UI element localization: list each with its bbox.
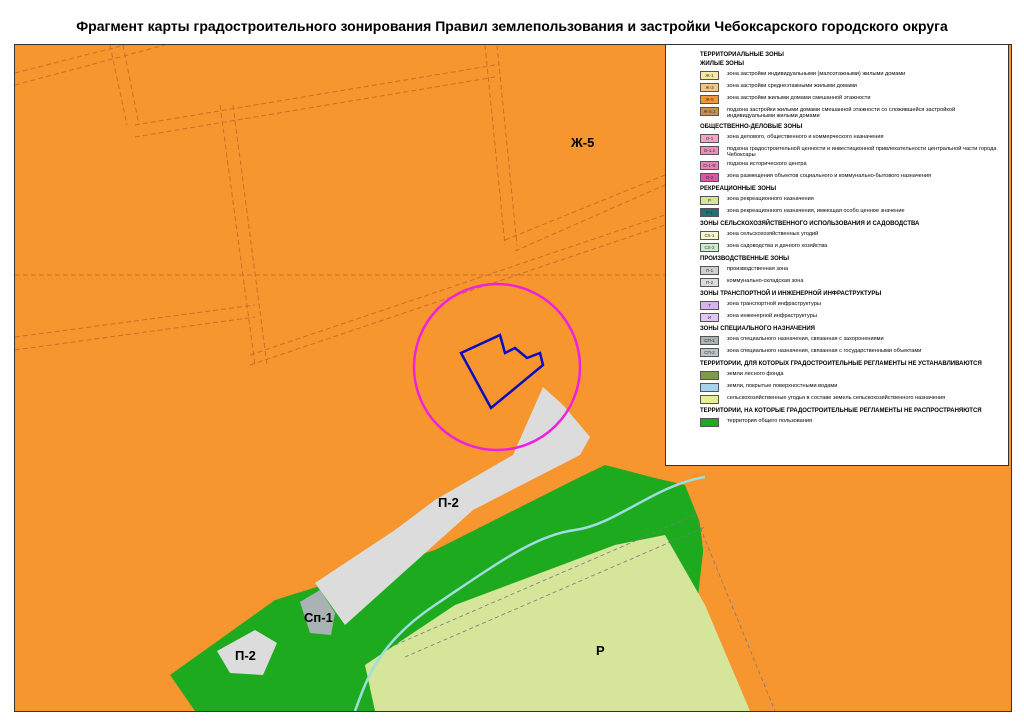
legend-item-label: зона садоводства и дачного хозяйства: [727, 243, 828, 250]
legend-section-title: ТЕРРИТОРИИ, НА КОТОРЫЕ ГРАДОСТРОИТЕЛЬНЫЕ…: [700, 407, 982, 414]
legend-swatch: П-1: [700, 266, 719, 276]
legend-swatch: Ж-5: [700, 94, 719, 104]
legend-item-label: зона застройки жилыми домами смешанной э…: [727, 94, 871, 101]
legend-item-label: подзона градостроительной ценности и инв…: [727, 145, 997, 158]
legend-item: СХ-2 зона садоводства и дачного хозяйства: [700, 243, 1002, 253]
legend-item-label: зона делового, общественного и коммерчес…: [727, 133, 884, 140]
legend-swatch: Р-1: [700, 208, 719, 218]
legend-item: сельскохозяйственные угодья в составе зе…: [700, 394, 1002, 404]
legend-item: О-1-Ф подзона исторического центра: [700, 161, 1002, 171]
legend-item-label: зона инженерной инфраструктуры: [727, 312, 817, 319]
legend-item: Ж-1 зона застройки индивидуальными (малоэ…: [700, 70, 1002, 80]
legend-item: СП-1 зона специального назначения, связан…: [700, 335, 1002, 345]
legend-swatch: [700, 394, 719, 404]
legend-item-label: территория общего пользования: [727, 417, 813, 424]
legend-swatch: О-2: [700, 173, 719, 183]
legend-item: О-2 зона размещения объектов социального …: [700, 173, 1002, 183]
legend-swatch: И: [700, 312, 719, 322]
legend-item: Ж-5.1 подзона застройки жилыми домами сме…: [700, 106, 1002, 120]
label-recreation: Р: [596, 643, 605, 658]
legend-swatch: [700, 382, 719, 392]
legend-item-label: земли, покрытые поверхностными водами: [727, 382, 838, 389]
legend-item: Р-1 зона рекреационного назначения, имеющ…: [700, 208, 1002, 218]
map-legend: ТЕРРИТОРИАЛЬНЫЕ ЗОНЫ ЖИЛЫЕ ЗОНЫ Ж-1 зона за…: [665, 44, 1009, 466]
legend-item-label: зона рекреационного назначения: [727, 196, 814, 203]
legend-section-title: ЖИЛЫЕ ЗОНЫ: [700, 60, 745, 67]
legend-item-label: сельскохозяйственные угодья в составе зе…: [727, 394, 946, 401]
legend-swatch: Ж-5.1: [700, 106, 719, 116]
legend-item-label: зона специального назначения, связанная …: [727, 335, 884, 342]
legend-item-label: производственная зона: [727, 266, 789, 273]
legend-swatch: О-1.1: [700, 145, 719, 155]
legend-section-title: ОБЩЕСТВЕННО-ДЕЛОВЫЕ ЗОНЫ: [700, 123, 803, 130]
legend-section-title: ТЕРРИТОРИИ, ДЛЯ КОТОРЫХ ГРАДОСТРОИТЕЛЬНЫ…: [700, 360, 982, 367]
label-zh5: Ж-5: [570, 135, 594, 150]
legend-swatch: СП-1: [700, 335, 719, 345]
legend-item: земли, покрытые поверхностными водами: [700, 382, 1002, 392]
legend-item-label: зона размещения объектов социального и к…: [727, 173, 932, 180]
legend-swatch: Ж-1: [700, 70, 719, 80]
label-p2-small: П-2: [235, 648, 256, 663]
legend-section-title: РЕКРЕАЦИОННЫЕ ЗОНЫ: [700, 186, 777, 193]
legend-section-title: ЗОНЫ СЕЛЬСКОХОЗЯЙСТВЕННОГО ИСПОЛЬЗОВАНИЯ…: [700, 221, 920, 228]
legend-swatch: Р: [700, 196, 719, 206]
legend-swatch: [700, 417, 719, 427]
legend-item-label: зона застройки среднеэтажными жилыми дом…: [727, 82, 857, 89]
legend-section-title: ТЕРРИТОРИАЛЬНЫЕ ЗОНЫ: [700, 52, 784, 58]
legend-swatch: СХ-1: [700, 231, 719, 241]
legend-swatch: Ж-3: [700, 82, 719, 92]
legend-item: О-1 зона делового, общественного и коммер…: [700, 133, 1002, 143]
legend-item: П-1 производственная зона: [700, 266, 1002, 276]
legend-item-label: земли лесного фонда: [727, 370, 784, 377]
legend-item-label: подзона застройки жилыми домами смешанно…: [727, 106, 956, 120]
legend-section-title: ПРОИЗВОДСТВЕННЫЕ ЗОНЫ: [700, 256, 789, 263]
legend-swatch: П-2: [700, 278, 719, 288]
legend-section-title: ЗОНЫ ТРАНСПОРТНОЙ И ИНЖЕНЕРНОЙ ИНФРАСТРУ…: [700, 291, 882, 298]
legend-section-title: ЗОНЫ СПЕЦИАЛЬНОГО НАЗНАЧЕНИЯ: [700, 325, 815, 332]
legend-item: Изона инженерной инфраструктуры: [700, 312, 1002, 322]
legend-swatch: Т: [700, 300, 719, 310]
label-sp1: Сп-1: [304, 610, 333, 625]
legend-item: СХ-1 зона сельскохозяйственных угодий: [700, 231, 1002, 241]
legend-item: Тзона транспортной инфраструктуры: [700, 300, 1002, 310]
legend-item: земли лесного фонда: [700, 370, 1002, 380]
zone-residential-strip: [695, 465, 1011, 711]
legend-item-label: коммунально-складская зона: [727, 278, 804, 285]
legend-item-label: подзона исторического центра: [727, 161, 807, 168]
legend-swatch: СХ-2: [700, 243, 719, 253]
legend-item-label: зона специального назначения, связанная …: [727, 347, 922, 354]
legend-swatch: О-1: [700, 133, 719, 143]
legend-item-label: зона застройки индивидуальными (малоэтаж…: [727, 70, 906, 77]
legend-item: Рзона рекреационного назначения: [700, 196, 1002, 206]
legend-swatch: СП-2: [700, 347, 719, 357]
legend-item-label: зона рекреационного назначения, имеющая …: [727, 208, 905, 215]
legend-item-label: зона транспортной инфраструктуры: [727, 300, 821, 307]
legend-item-label: зона сельскохозяйственных угодий: [727, 231, 819, 238]
map-title: Фрагмент карты градостроительного зониро…: [76, 18, 948, 34]
legend-item: СП-2 зона специального назначения, связан…: [700, 347, 1002, 357]
legend-item: Ж-3 зона застройки среднеэтажными жилыми …: [700, 82, 1002, 92]
legend-item: П-2 коммунально-складская зона: [700, 278, 1002, 288]
legend-swatch: О-1-Ф: [700, 161, 719, 171]
legend-item: Ж-5 зона застройки жилыми домами смешанно…: [700, 94, 1002, 104]
legend-item: О-1.1 подзона градостроительной ценности …: [700, 145, 1002, 159]
legend-item: территория общего пользования: [700, 417, 1002, 427]
legend-swatch: [700, 370, 719, 380]
label-p2-large: П-2: [438, 495, 459, 510]
